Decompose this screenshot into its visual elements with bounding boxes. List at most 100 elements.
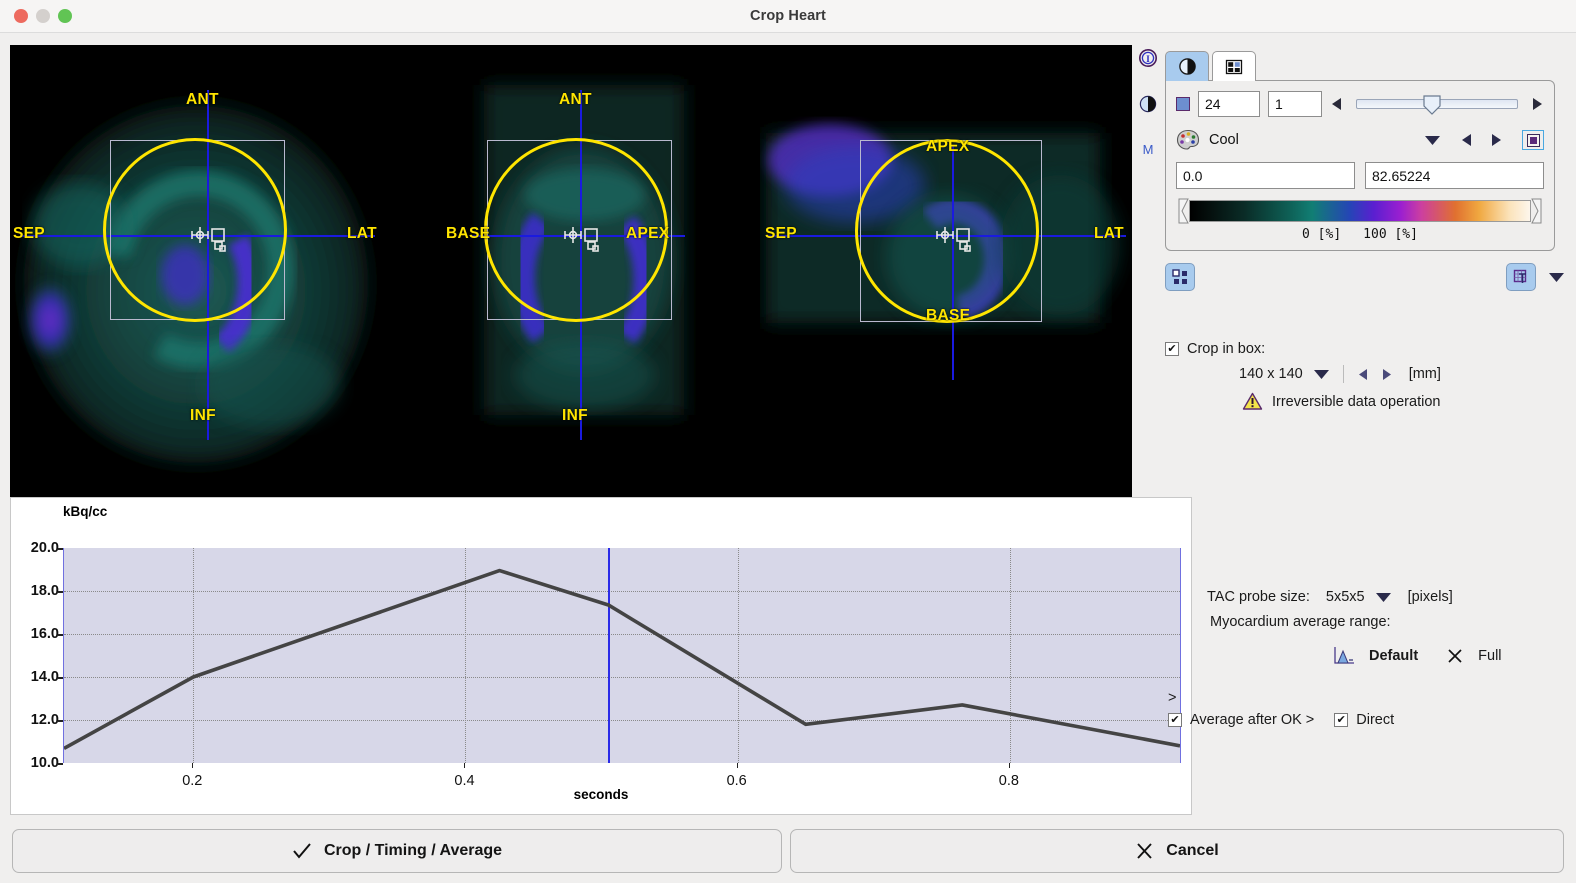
confirm-button-label: Crop / Timing / Average (323, 842, 503, 859)
colormap-name[interactable]: Cool (1209, 132, 1239, 148)
slice-slider-thumb[interactable] (1422, 95, 1442, 115)
palette-icon[interactable] (1176, 129, 1200, 151)
orient-label-bottom: INF (562, 407, 588, 424)
colormap-prev-icon[interactable] (1460, 132, 1474, 148)
colormap-next-icon[interactable] (1489, 132, 1503, 148)
chart-y-tick-mark (58, 720, 63, 722)
pane-short-axis[interactable]: ANT INF SEP LAT (10, 45, 390, 497)
footer-options-row[interactable]: ✔ Average after OK > ✔ Direct (1165, 712, 1565, 728)
crop-in-box-checkbox[interactable]: ✔ (1165, 342, 1179, 356)
crop-tool-dropdown-icon[interactable] (1548, 271, 1565, 283)
tab-display[interactable] (1165, 51, 1209, 81)
footer-chevron[interactable]: > (1168, 690, 1176, 706)
orient-label-top: ANT (559, 91, 592, 108)
contrast-icon[interactable] (1136, 95, 1160, 118)
cancel-button-label: Cancel (1166, 842, 1219, 859)
orient-label-left: SEP (765, 225, 797, 242)
default-range-button[interactable]: Default (1369, 648, 1418, 664)
tac-probe-dropdown-icon[interactable] (1375, 591, 1392, 603)
contrast-icon (1178, 58, 1196, 75)
crop-size-next-icon[interactable] (1380, 367, 1393, 382)
chart-x-tick-mark (736, 763, 738, 768)
probe-cursor[interactable] (188, 215, 238, 259)
colormap-dropdown-icon[interactable] (1424, 134, 1441, 146)
crop-warning-row: Irreversible data operation (1165, 392, 1565, 411)
viewer-toolbar[interactable] (1165, 263, 1565, 291)
chart-y-tick-label: 12.0 (30, 712, 59, 728)
info-icon[interactable]: I (1136, 48, 1160, 73)
confirm-button[interactable]: Crop / Timing / Average (12, 829, 782, 873)
chart-y-tick-mark (58, 763, 63, 765)
panel-tabs[interactable] (1165, 48, 1565, 81)
colormap-max-input[interactable]: 82.65224 (1365, 162, 1544, 189)
colormap-row[interactable]: Cool (1176, 129, 1544, 151)
tac-probe-row[interactable]: TAC probe size: 5x5x5 [pixels] (1165, 589, 1565, 605)
viewer-icon-strip[interactable]: I M (1136, 48, 1160, 185)
crop-size-dropdown-icon[interactable] (1313, 368, 1330, 380)
lut-min-handle[interactable] (1178, 198, 1189, 224)
close-x-icon (1448, 649, 1462, 663)
pane-horizontal-long-axis[interactable]: ANT INF BASE APEX (390, 45, 760, 497)
chart-y-tick-mark (58, 548, 63, 550)
direct-checkbox[interactable]: ✔ (1334, 713, 1349, 727)
slice-color-swatch[interactable] (1176, 97, 1190, 111)
lut-colorbar[interactable] (1189, 200, 1531, 222)
myocardium-range-row: Myocardium average range: (1165, 614, 1565, 630)
footer-chevron-row[interactable]: > (1165, 690, 1565, 706)
tab-layout[interactable] (1212, 51, 1256, 81)
full-range-button[interactable]: Full (1478, 648, 1501, 664)
orient-label-right: APEX (626, 225, 670, 242)
orient-label-bottom: INF (190, 407, 216, 424)
crop-size-prev-icon[interactable] (1357, 367, 1370, 382)
cancel-button[interactable]: Cancel (790, 829, 1564, 873)
crop-icon (1513, 269, 1527, 283)
myocardium-range-label: Myocardium average range: (1210, 614, 1391, 630)
display-settings-group: 24 1 Cool 0.0 82.65224 0 [%] 100 [%] (1165, 80, 1555, 251)
slice-slider[interactable] (1356, 95, 1518, 115)
crop-in-box-row[interactable]: ✔ Crop in box: (1165, 341, 1565, 357)
crop-size-value[interactable]: 140 x 140 (1239, 366, 1303, 382)
probe-cursor[interactable] (933, 215, 983, 259)
chart-y-tick-mark (58, 591, 63, 593)
lut-legend-max: 100 [%] (1363, 227, 1418, 242)
average-after-ok-label: Average after OK > (1190, 712, 1315, 728)
orient-label-right: LAT (347, 225, 377, 242)
right-control-panel[interactable]: 24 1 Cool 0.0 82.65224 0 [%] 100 [%] ✔ C… (1165, 48, 1565, 728)
crop-tool-button[interactable] (1506, 263, 1536, 291)
orient-label-top: ANT (186, 91, 219, 108)
average-after-ok-checkbox[interactable]: ✔ (1168, 713, 1182, 727)
check-icon (293, 843, 311, 859)
chart-plot-area[interactable] (63, 548, 1181, 763)
chart-series-layer (64, 568, 1180, 750)
movie-icon[interactable]: M (1136, 140, 1160, 163)
chart-y-tick-label: 14.0 (30, 669, 59, 685)
tac-probe-value[interactable]: 5x5x5 (1326, 589, 1365, 605)
slice-prev-icon[interactable] (1330, 96, 1344, 112)
window-level-row[interactable]: 0.0 82.65224 (1176, 162, 1544, 189)
colormap-min-input[interactable]: 0.0 (1176, 162, 1355, 189)
title-bar: Crop Heart (0, 0, 1576, 33)
crop-size-units: [mm] (1408, 366, 1441, 382)
lut-row[interactable] (1176, 198, 1544, 224)
crop-in-box-label: Crop in box: (1187, 341, 1266, 357)
invert-icon (1526, 133, 1540, 147)
lut-max-handle[interactable] (1531, 198, 1542, 224)
pane-vertical-long-axis[interactable]: APEX BASE SEP LAT (760, 45, 1132, 497)
histogram-icon (1334, 647, 1354, 664)
tac-chart-panel[interactable]: kBq/cc 20.0 18.0 16.0 14.0 12.0 10.0 0.2 0.4 0.… (10, 497, 1192, 815)
crop-size-row[interactable]: 140 x 140 [mm] (1165, 365, 1565, 383)
colormap-invert-button[interactable] (1522, 130, 1544, 150)
probe-cursor[interactable] (561, 215, 611, 259)
chart-x-tick-mark (192, 763, 194, 768)
slice-row[interactable]: 24 1 (1176, 91, 1544, 117)
myocardium-range-buttons[interactable]: Default Full (1165, 646, 1565, 666)
chart-y-tick-label: 16.0 (30, 626, 59, 642)
layout-tool-button[interactable] (1165, 263, 1195, 291)
slice-index-input[interactable]: 24 (1198, 91, 1260, 117)
image-viewport[interactable]: ANT INF SEP LAT ANT INF BASE APEX APEX B… (10, 45, 1132, 497)
frame-index-input[interactable]: 1 (1268, 91, 1322, 117)
chart-y-tick-mark (58, 634, 63, 636)
chart-y-tick-mark (58, 677, 63, 679)
slice-next-icon[interactable] (1530, 96, 1544, 112)
separator (1342, 365, 1344, 383)
